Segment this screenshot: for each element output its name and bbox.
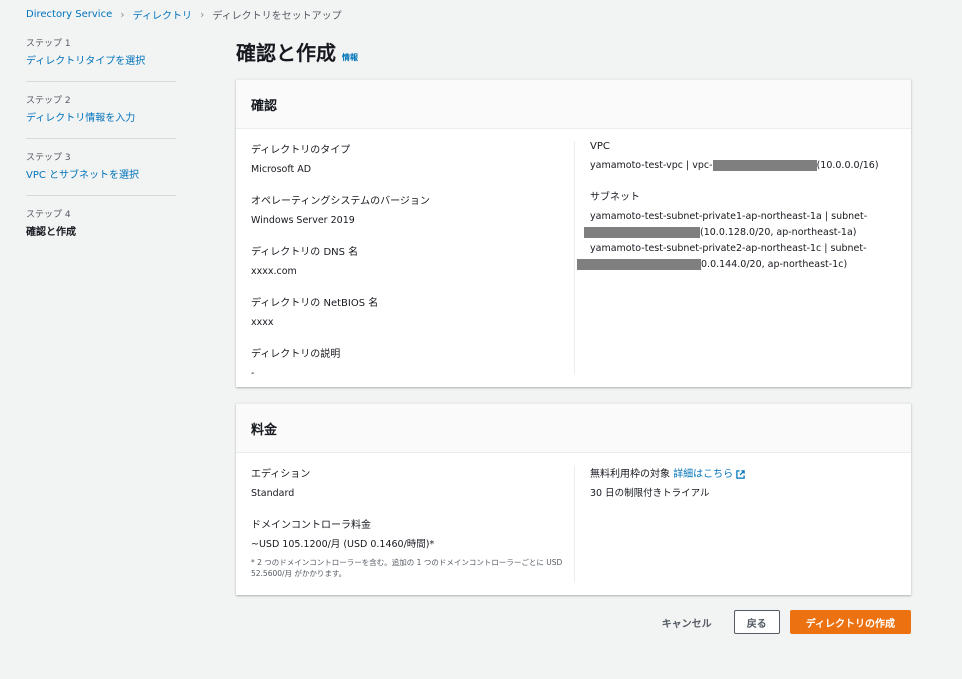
field-netbios-name: ディレクトリの NetBIOS 名 xxxx — [251, 294, 564, 331]
price-note: * 2 つのドメインコントローラーを含む。追加の 1 つのドメインコントローラー… — [251, 558, 563, 578]
free-tier-label: 無料利用枠の対象 — [590, 469, 670, 480]
page-title: 確認と作成 — [236, 41, 336, 65]
learn-more-text: 詳細はこちら — [673, 469, 734, 480]
wizard-step-3: ステップ 3 VPC とサブネットを選択 — [26, 150, 176, 196]
field-value: Microsoft AD — [251, 164, 312, 175]
subnet-2-cidr: 0.0.144.0/20, ap-northeast-1c) — [701, 259, 848, 270]
field-label: サブネット — [590, 192, 640, 203]
step-number: ステップ 2 — [26, 96, 71, 106]
field-label: VPC — [590, 141, 610, 152]
field-description: ディレクトリの説明 - — [251, 345, 564, 382]
page-header: 確認と作成 情報 — [236, 37, 358, 66]
pricing-right-column: 無料利用枠の対象 詳細はこちら 30 日の制限付きトライアル — [575, 465, 896, 583]
redaction-bar — [577, 259, 701, 270]
vpc-cidr: (10.0.0.0/16) — [816, 160, 879, 171]
wizard-steps: ステップ 1 ディレクトリタイプを選択 ステップ 2 ディレクトリ情報を入力 ス… — [26, 36, 176, 263]
wizard-step-1: ステップ 1 ディレクトリタイプを選択 — [26, 36, 176, 82]
review-right-column: VPC yamamoto-test-vpc | vpc- (10.0.0.0/16… — [575, 141, 896, 375]
review-left-column: ディレクトリのタイプ Microsoft AD オペレーティングシステムのバージ… — [251, 141, 575, 379]
field-label: オペレーティングシステムのバージョン — [251, 196, 430, 207]
step-link-vpc-subnets[interactable]: VPC とサブネットを選択 — [26, 170, 139, 181]
field-value: Standard — [251, 488, 295, 499]
field-value: yamamoto-test-vpc | vpc- (10.0.0.0/16) — [590, 158, 896, 174]
step-number: ステップ 1 — [26, 39, 71, 49]
cancel-button[interactable]: キャンセル — [662, 615, 712, 630]
breadcrumb-directory-service[interactable]: Directory Service — [26, 9, 112, 20]
step-link-directory-info[interactable]: ディレクトリ情報を入力 — [26, 113, 135, 124]
review-panel: 確認 ディレクトリのタイプ Microsoft AD オペレーティングシステムの… — [236, 79, 911, 387]
field-value: ~USD 105.1200/月 (USD 0.1460/時間)* — [251, 539, 435, 550]
step-number: ステップ 4 — [26, 210, 71, 220]
field-label: 無料利用枠の対象 詳細はこちら — [590, 465, 896, 480]
field-edition: エディション Standard — [251, 465, 564, 502]
wizard-actions: キャンセル 戻る ディレクトリの作成 — [662, 610, 911, 634]
subnet-2-name: yamamoto-test-subnet-private2-ap-northea… — [590, 243, 867, 254]
subnet-1-cidr: (10.0.128.0/20, ap-northeast-1a) — [700, 227, 857, 238]
field-subnets: サブネット yamamoto-test-subnet-private1-ap-n… — [577, 188, 896, 273]
field-free-tier: 無料利用枠の対象 詳細はこちら 30 日の制限付きトライアル — [590, 465, 896, 502]
chevron-right-icon: › — [120, 8, 125, 21]
field-label: ディレクトリの NetBIOS 名 — [251, 298, 379, 309]
breadcrumb: Directory Service › ディレクトリ › ディレクトリをセットア… — [26, 7, 342, 22]
field-dns-name: ディレクトリの DNS 名 xxxx.com — [251, 243, 564, 280]
step-number: ステップ 3 — [26, 153, 71, 163]
field-value: xxxx — [251, 317, 274, 328]
pricing-panel: 料金 エディション Standard ドメインコントローラ料金 ~USD 105… — [236, 403, 911, 595]
wizard-step-2: ステップ 2 ディレクトリ情報を入力 — [26, 93, 176, 139]
info-link[interactable]: 情報 — [342, 52, 358, 63]
field-label: エディション — [251, 469, 311, 480]
field-os-version: オペレーティングシステムのバージョン Windows Server 2019 — [251, 192, 564, 229]
subnet-2: yamamoto-test-subnet-private2-ap-northea… — [577, 241, 896, 273]
field-value: xxxx.com — [251, 266, 297, 277]
pricing-panel-body: エディション Standard ドメインコントローラ料金 ~USD 105.12… — [236, 453, 911, 595]
field-value: Windows Server 2019 — [251, 215, 355, 226]
subnet-1-name: yamamoto-test-subnet-private1-ap-northea… — [590, 211, 868, 222]
wizard-step-4: ステップ 4 確認と作成 — [26, 207, 176, 252]
redaction-bar — [584, 227, 700, 238]
breadcrumb-current: ディレクトリをセットアップ — [212, 11, 342, 22]
create-directory-button[interactable]: ディレクトリの作成 — [789, 610, 911, 634]
field-vpc: VPC yamamoto-test-vpc | vpc- (10.0.0.0/16… — [590, 141, 896, 174]
pricing-panel-header: 料金 — [236, 404, 911, 453]
review-panel-header: 確認 — [236, 80, 911, 129]
subnet-1: yamamoto-test-subnet-private1-ap-northea… — [584, 209, 896, 241]
chevron-right-icon: › — [199, 8, 205, 21]
field-directory-type: ディレクトリのタイプ Microsoft AD — [251, 141, 564, 178]
redaction-bar — [712, 160, 817, 171]
learn-more-link[interactable]: 詳細はこちら — [673, 469, 745, 480]
field-value: - — [251, 368, 255, 379]
back-button[interactable]: 戻る — [733, 610, 780, 634]
review-panel-body: ディレクトリのタイプ Microsoft AD オペレーティングシステムのバージ… — [236, 129, 911, 387]
breadcrumb-directories[interactable]: ディレクトリ — [133, 7, 192, 22]
pricing-left-column: エディション Standard ドメインコントローラ料金 ~USD 105.12… — [251, 465, 575, 583]
step-current-review: 確認と作成 — [26, 227, 76, 238]
field-label: ディレクトリの DNS 名 — [251, 247, 359, 258]
field-dc-price: ドメインコントローラ料金 ~USD 105.1200/月 (USD 0.1460… — [251, 516, 564, 579]
field-label: ディレクトリの説明 — [251, 349, 341, 360]
field-label: ドメインコントローラ料金 — [251, 520, 371, 531]
step-link-select-type[interactable]: ディレクトリタイプを選択 — [26, 56, 145, 67]
field-value: 30 日の制限付きトライアル — [590, 488, 710, 499]
vpc-name: yamamoto-test-vpc | vpc- — [590, 160, 713, 171]
external-link-icon — [736, 469, 745, 479]
field-label: ディレクトリのタイプ — [251, 145, 351, 156]
